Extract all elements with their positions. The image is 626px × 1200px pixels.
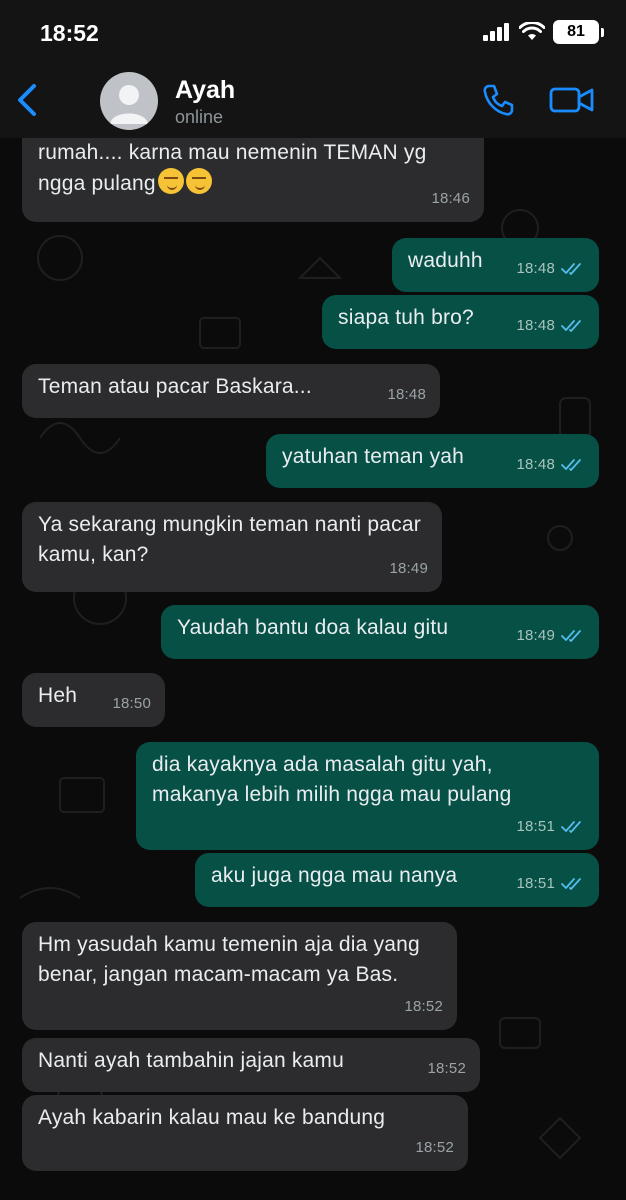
- message-meta: 18:49: [516, 621, 585, 651]
- message-meta: 18:52: [427, 1054, 466, 1084]
- message-bubble-incoming[interactable]: Teman atau pacar Baskara... 18:48: [22, 364, 440, 418]
- message-time: 18:48: [516, 260, 555, 277]
- message-text: Yaudah bantu doa kalau gitu: [177, 616, 449, 639]
- message-meta: 18:48: [387, 380, 426, 410]
- message-bubble-outgoing[interactable]: siapa tuh bro? 18:48: [322, 295, 599, 349]
- message-bubble-incoming[interactable]: Hm yasudah kamu temenin aja dia yang ben…: [22, 922, 457, 1030]
- message-time: 18:52: [415, 1139, 454, 1156]
- message-text: yatuhan teman yah: [282, 445, 465, 468]
- contact-status: online: [175, 107, 224, 127]
- message-bubble-outgoing[interactable]: waduhh 18:48: [392, 238, 599, 292]
- message-bubble-outgoing[interactable]: yatuhan teman yah 18:48: [266, 434, 599, 488]
- message-time: 18:48: [516, 317, 555, 334]
- double-check-icon: [561, 459, 581, 471]
- message-time: 18:51: [516, 818, 555, 835]
- message-bubble-outgoing[interactable]: Yaudah bantu doa kalau gitu 18:49: [161, 605, 599, 659]
- message-meta: 18:48: [516, 311, 585, 341]
- message-text: Kata bunda ada yang ngga pulang ke rumah…: [38, 141, 427, 195]
- message-time: 18:51: [516, 875, 555, 892]
- message-bubble-incoming[interactable]: Heh 18:50: [22, 673, 165, 727]
- message-bubble-outgoing[interactable]: aku juga ngga mau nanya 18:51: [195, 853, 599, 907]
- double-check-icon: [561, 320, 581, 332]
- status-time: 18:52: [40, 20, 99, 46]
- signal-icon: [483, 23, 509, 41]
- double-check-icon: [561, 263, 581, 275]
- chat-header: Ayah online: [0, 64, 626, 138]
- message-bubble-outgoing[interactable]: dia kayaknya ada masalah gitu yah, makan…: [136, 742, 599, 850]
- message-time: 18:49: [389, 560, 428, 577]
- video-camera-icon[interactable]: [548, 84, 596, 116]
- smirk-face-icon: [158, 168, 185, 194]
- message-meta: 18:50: [112, 689, 151, 719]
- message-text: Heh: [38, 684, 78, 707]
- contact-name[interactable]: Ayah: [175, 76, 235, 105]
- message-meta: 18:51: [516, 812, 585, 842]
- message-text: Nanti ayah tambahin jajan kamu: [38, 1049, 345, 1072]
- status-bar: 18:52 81: [0, 0, 626, 64]
- message-meta: 18:48: [516, 254, 585, 284]
- double-check-icon: [561, 821, 581, 833]
- message-text: Hm yasudah kamu temenin aja dia yang ben…: [38, 933, 420, 986]
- chevron-left-icon[interactable]: [10, 80, 46, 120]
- status-icons: 81: [483, 20, 604, 44]
- message-time: 18:48: [516, 456, 555, 473]
- message-text: waduhh: [408, 249, 483, 272]
- wifi-icon: [519, 22, 545, 40]
- message-bubble-incoming[interactable]: Nanti ayah tambahin jajan kamu 18:52: [22, 1038, 480, 1092]
- message-text: siapa tuh bro?: [338, 306, 474, 329]
- message-text: dia kayaknya ada masalah gitu yah, makan…: [152, 753, 512, 806]
- message-text: Teman atau pacar Baskara...: [38, 375, 312, 398]
- message-time: 18:52: [404, 998, 443, 1015]
- chat-area[interactable]: Kata bunda ada yang ngga pulang ke rumah…: [0, 138, 626, 1200]
- message-time: 18:46: [431, 190, 470, 207]
- smirk-face-icon: [186, 168, 213, 194]
- message-meta: 18:46: [431, 184, 470, 214]
- message-meta: 18:52: [404, 992, 443, 1022]
- message-time: 18:52: [427, 1060, 466, 1077]
- message-text: Ya sekarang mungkin teman nanti pacar ka…: [38, 513, 421, 566]
- message-time: 18:49: [516, 627, 555, 644]
- message-text: aku juga ngga mau nanya: [211, 864, 458, 887]
- message-meta: 18:48: [516, 450, 585, 480]
- message-time: 18:50: [112, 695, 151, 712]
- double-check-icon: [561, 878, 581, 890]
- message-bubble-incoming[interactable]: Kata bunda ada yang ngga pulang ke rumah…: [22, 138, 484, 222]
- message-meta: 18:51: [516, 869, 585, 899]
- message-meta: 18:49: [389, 554, 428, 584]
- battery-indicator: 81: [553, 20, 599, 44]
- phone-icon[interactable]: [480, 82, 516, 118]
- avatar[interactable]: [100, 72, 158, 130]
- message-bubble-incoming[interactable]: Ayah kabarin kalau mau ke bandung 18:52: [22, 1095, 468, 1171]
- message-meta: 18:52: [415, 1133, 454, 1163]
- battery-cap: [601, 27, 604, 37]
- message-text: Ayah kabarin kalau mau ke bandung: [38, 1106, 386, 1129]
- message-bubble-incoming[interactable]: Ya sekarang mungkin teman nanti pacar ka…: [22, 502, 442, 592]
- default-avatar-icon: [110, 85, 148, 124]
- message-time: 18:48: [387, 386, 426, 403]
- double-check-icon: [561, 630, 581, 642]
